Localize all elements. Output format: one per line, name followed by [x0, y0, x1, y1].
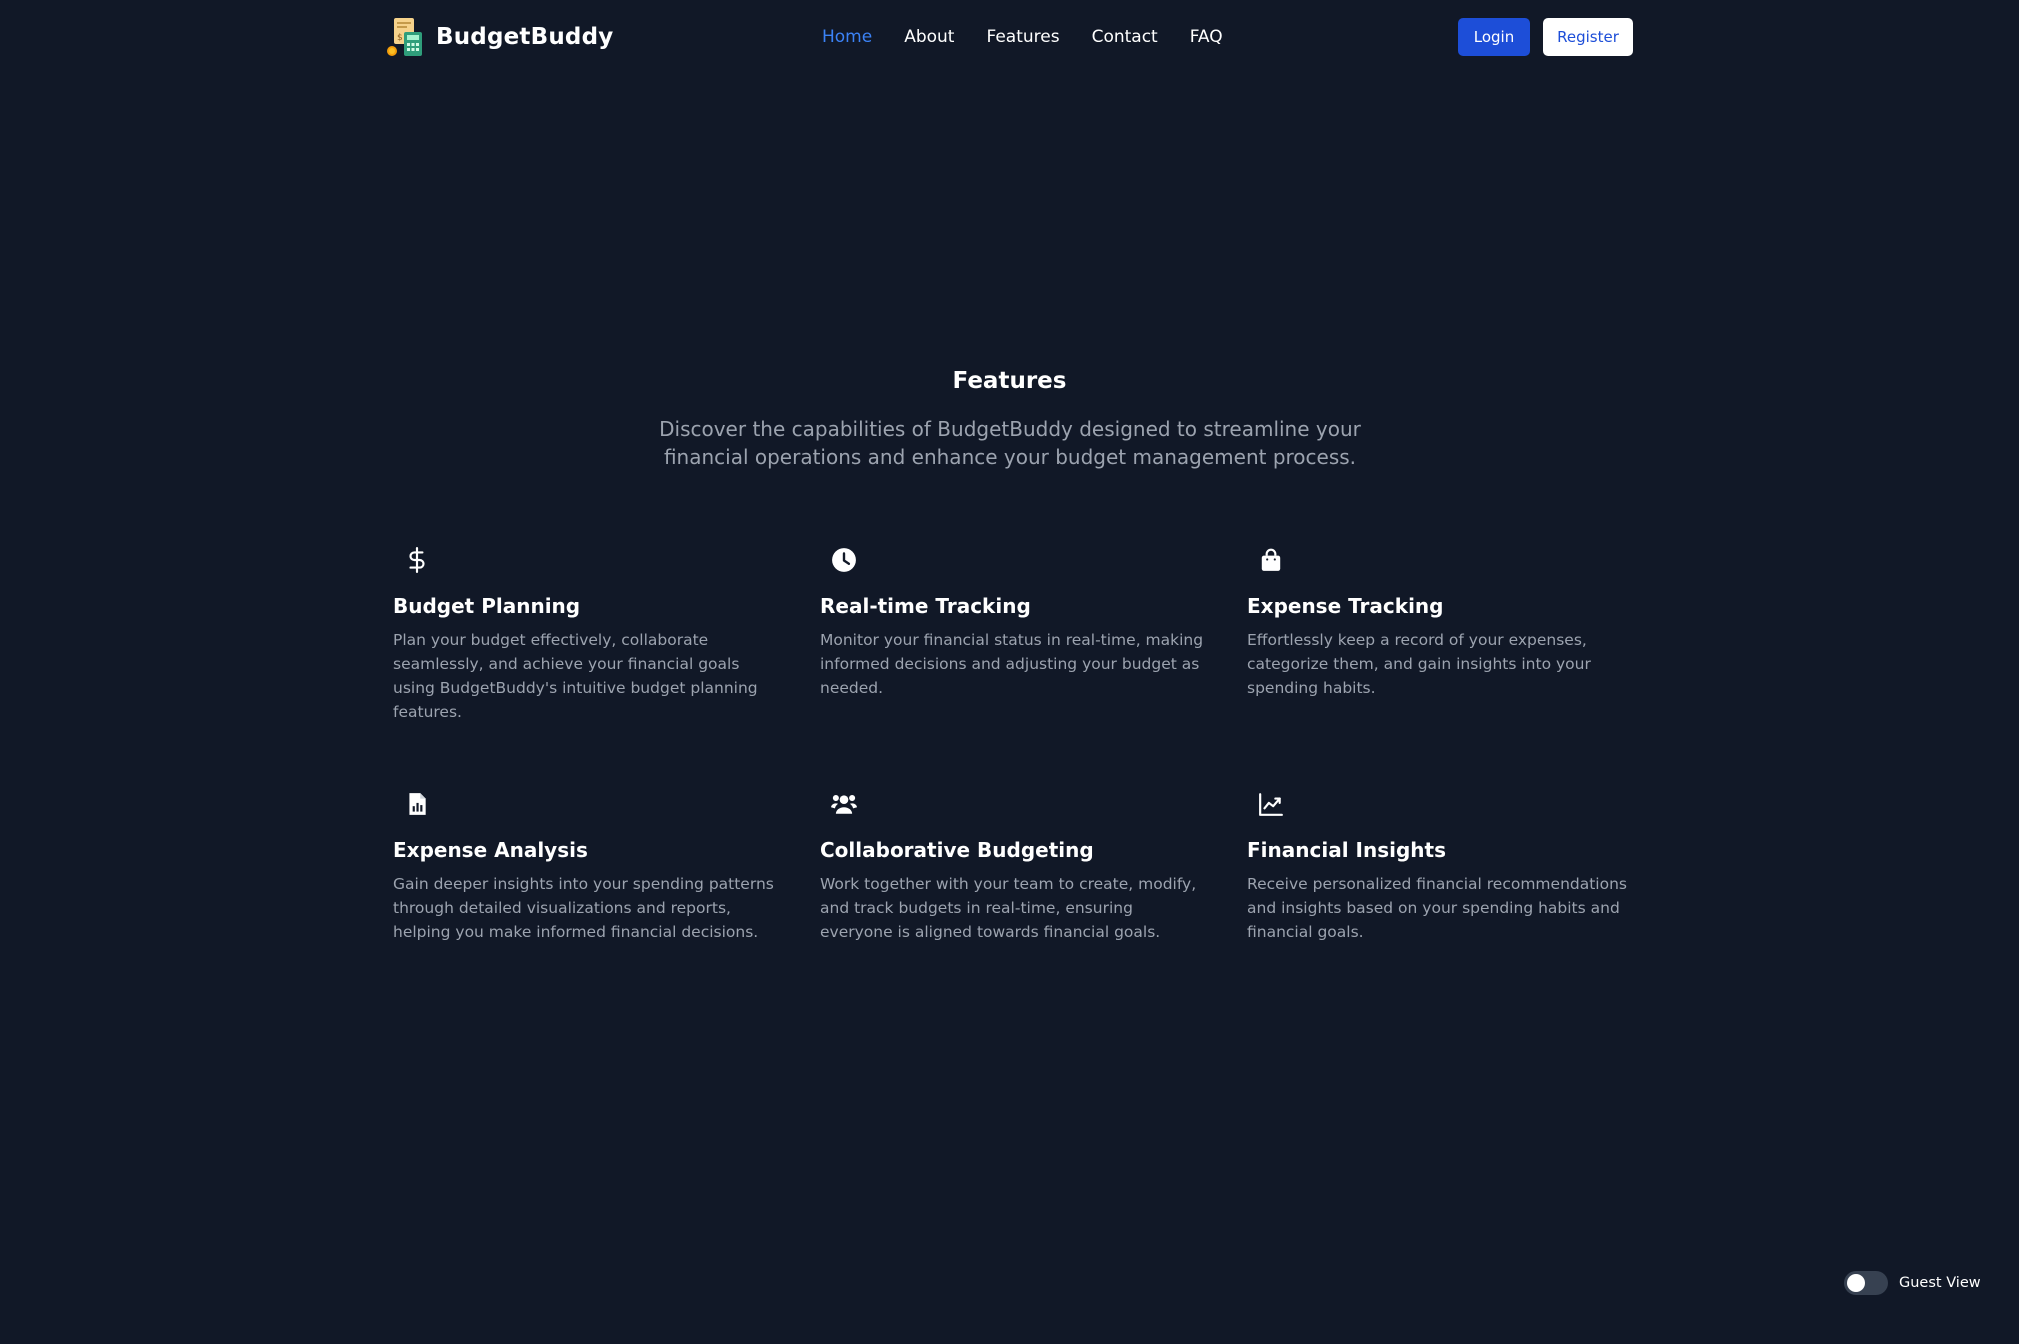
users-icon	[820, 784, 868, 824]
brand-name: BudgetBuddy	[436, 24, 614, 50]
feature-card-expense-tracking: Expense Tracking Effortlessly keep a rec…	[1247, 540, 1633, 728]
budget-calculator-logo-icon: $	[387, 18, 422, 56]
nav-features[interactable]: Features	[986, 24, 1059, 50]
trending-up-icon	[1247, 784, 1295, 824]
feature-description: Work together with your team to create, …	[820, 875, 1197, 941]
main-nav: Home About Features Contact FAQ	[822, 24, 1223, 50]
svg-text:$: $	[397, 33, 403, 43]
feature-description: Gain deeper insights into your spending …	[393, 875, 774, 941]
nav-contact[interactable]: Contact	[1092, 24, 1158, 50]
nav-about[interactable]: About	[904, 24, 954, 50]
nav-faq[interactable]: FAQ	[1190, 24, 1223, 50]
guest-view-label: Guest View	[1899, 1275, 1981, 1291]
feature-card-expense-analysis: Expense Analysis Gain deeper insights in…	[393, 784, 779, 972]
feature-title: Budget Planning	[393, 594, 581, 618]
register-button[interactable]: Register	[1543, 18, 1633, 56]
site-header: $ BudgetBuddy Home About Features Contac…	[0, 0, 2019, 74]
shopping-bag-icon	[1247, 540, 1295, 580]
report-icon	[393, 784, 441, 824]
features-title: Features	[952, 368, 1067, 394]
toggle-knob	[1847, 1274, 1865, 1292]
features-subtitle: Discover the capabilities of BudgetBuddy…	[659, 417, 1361, 469]
feature-card-financial-insights: Financial Insights Receive personalized …	[1247, 784, 1633, 972]
clock-icon	[820, 540, 868, 580]
feature-description: Effortlessly keep a record of your expen…	[1247, 631, 1591, 697]
feature-description: Monitor your financial status in real-ti…	[820, 631, 1204, 697]
dollar-icon	[393, 540, 441, 580]
feature-title: Collaborative Budgeting	[820, 838, 1094, 862]
feature-title: Expense Analysis	[393, 838, 588, 862]
nav-home[interactable]: Home	[822, 24, 872, 50]
page: $ BudgetBuddy Home About Features Contac…	[0, 0, 2019, 1344]
feature-title: Financial Insights	[1247, 838, 1446, 862]
features-grid: Budget Planning Plan your budget effecti…	[393, 540, 1633, 972]
feature-card-collaborative-budgeting: Collaborative Budgeting Work together wi…	[820, 784, 1206, 972]
feature-description: Receive personalized financial recommend…	[1247, 875, 1627, 941]
feature-card-real-time-tracking: Real-time Tracking Monitor your financia…	[820, 540, 1206, 728]
feature-card-budget-planning: Budget Planning Plan your budget effecti…	[393, 540, 779, 728]
feature-description: Plan your budget effectively, collaborat…	[393, 631, 758, 721]
feature-title: Real-time Tracking	[820, 594, 1031, 618]
feature-title: Expense Tracking	[1247, 594, 1444, 618]
guest-view-toggle[interactable]: Guest View	[1844, 1271, 1981, 1295]
toggle-switch[interactable]	[1844, 1271, 1888, 1295]
login-button[interactable]: Login	[1458, 18, 1530, 56]
brand-link[interactable]: $ BudgetBuddy	[384, 16, 613, 58]
